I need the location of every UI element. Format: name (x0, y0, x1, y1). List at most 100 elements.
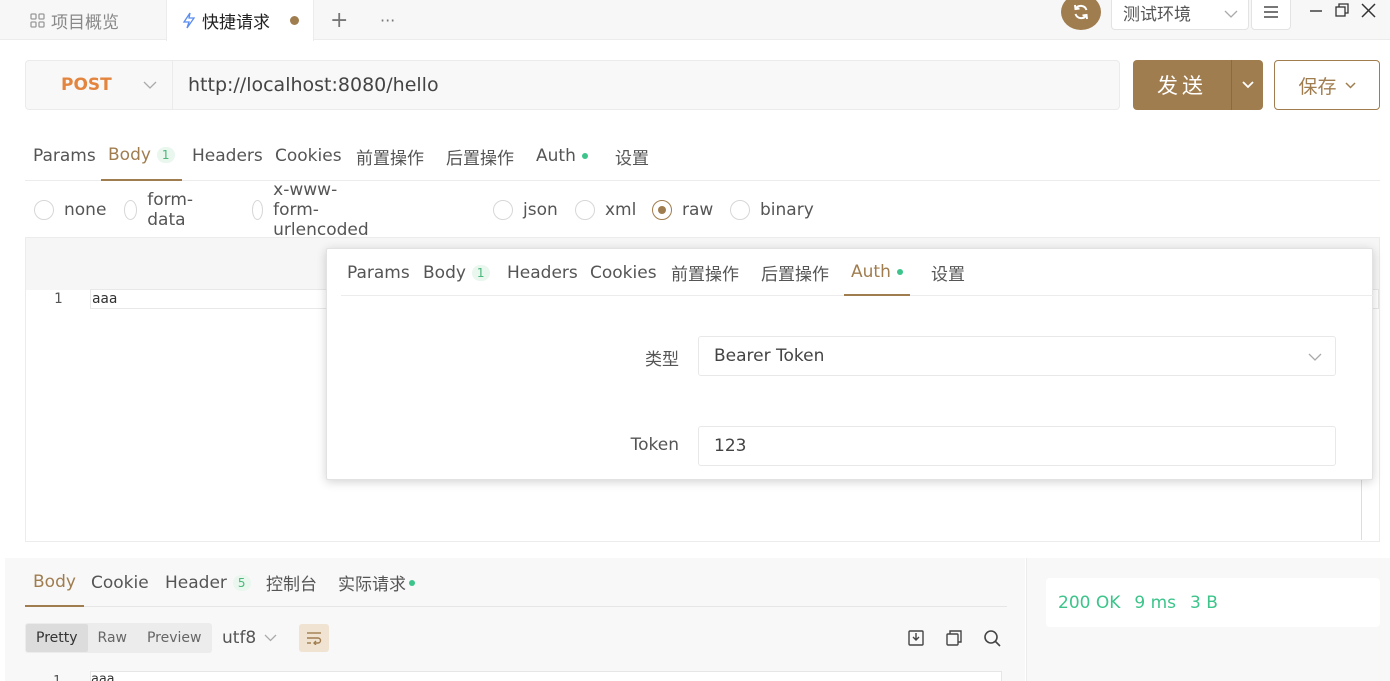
send-options-button[interactable] (1231, 60, 1263, 110)
tab-label: 实际请求 (338, 575, 406, 595)
radio-label: x-www-form-urlencoded (273, 180, 369, 240)
tab-quick-request[interactable]: 快捷请求 (166, 0, 314, 41)
radio-label: json (523, 200, 558, 220)
tab-settings[interactable]: 设置 (615, 131, 649, 181)
tab-label: 控制台 (266, 575, 317, 595)
response-tab-header[interactable]: Header 5 (165, 558, 251, 607)
radio-circle (493, 200, 513, 220)
environment-select[interactable]: 测试环境 (1111, 0, 1249, 30)
token-label: Token (630, 435, 679, 455)
more-tabs-button[interactable]: ··· (380, 0, 395, 40)
chevron-down-icon (264, 634, 277, 642)
status-card: 200 OK 9 ms 3 B (1046, 578, 1380, 627)
sync-icon (1074, 4, 1088, 20)
radio-circle (730, 200, 750, 220)
save-button[interactable]: 保存 (1274, 60, 1380, 110)
radio-circle (34, 200, 54, 220)
response-time: 9 ms (1134, 592, 1177, 613)
tab-headers[interactable]: Headers (507, 249, 578, 296)
radio-json[interactable]: json (493, 197, 558, 223)
encoding-select[interactable]: utf8 (222, 625, 277, 651)
method-select[interactable]: POST (26, 61, 173, 109)
tab-settings[interactable]: 设置 (931, 249, 965, 296)
close-icon[interactable] (1361, 3, 1376, 18)
tab-label: 后置操作 (761, 265, 829, 285)
response-tab-actual-request[interactable]: 实际请求 (338, 558, 415, 607)
tab-params[interactable]: Params (33, 131, 96, 181)
tab-label: Params (347, 262, 410, 283)
chevron-down-icon (1224, 10, 1238, 18)
editor-scrollbar[interactable] (1361, 480, 1362, 540)
url-bar: POST http://localhost:8080/hello (25, 60, 1120, 110)
header-count-badge: 5 (232, 574, 251, 591)
line-number: 1 (54, 291, 63, 307)
restore-icon[interactable] (1335, 3, 1349, 17)
save-label: 保存 (1298, 75, 1337, 98)
response-tab-cookie[interactable]: Cookie (91, 558, 149, 607)
tab-label: 项目概览 (51, 12, 119, 33)
download-icon[interactable] (906, 628, 926, 648)
radio-xml[interactable]: xml (575, 197, 636, 223)
tab-body[interactable]: Body 1 (101, 131, 182, 181)
response-size: 3 B (1190, 592, 1218, 613)
response-view-switch: Pretty Raw Preview (25, 623, 213, 653)
view-raw[interactable]: Raw (88, 624, 137, 652)
wrap-lines-button[interactable] (299, 624, 329, 652)
url-input[interactable]: http://localhost:8080/hello (188, 61, 439, 109)
radio-binary[interactable]: binary (730, 197, 814, 223)
tab-label: 快捷请求 (202, 13, 270, 33)
tab-headers[interactable]: Headers (192, 131, 263, 181)
environment-label: 测试环境 (1123, 4, 1191, 25)
tab-label: Body (108, 145, 151, 165)
wrap-icon (307, 632, 322, 645)
radio-none[interactable]: none (34, 197, 106, 223)
tab-auth[interactable]: Auth (844, 249, 910, 296)
tab-label: Params (33, 146, 96, 166)
top-tab-bar: 项目概览 快捷请求 + ··· 测试环境 (0, 0, 1390, 41)
response-tab-console[interactable]: 控制台 (266, 558, 317, 607)
tab-project-overview[interactable]: 项目概览 (30, 0, 119, 40)
tab-post-request[interactable]: 后置操作 (446, 131, 514, 181)
view-pretty[interactable]: Pretty (26, 624, 88, 652)
copy-icon[interactable] (944, 628, 964, 648)
lightning-icon (182, 12, 196, 29)
tab-auth[interactable]: Auth (536, 131, 588, 181)
tab-label: 前置操作 (356, 148, 424, 169)
body-count-badge: 1 (156, 147, 175, 163)
tab-pre-request[interactable]: 前置操作 (356, 131, 424, 181)
tab-params[interactable]: Params (347, 249, 410, 296)
tab-label: Cookies (590, 262, 657, 283)
response-tabs: Body Cookie Header 5 控制台 实际请求 (25, 558, 1007, 607)
token-input[interactable]: 123 (698, 426, 1336, 466)
tab-label: Header (165, 572, 227, 593)
radio-circle (575, 200, 595, 220)
radio-label: xml (605, 200, 637, 220)
radio-label: form-data (147, 190, 194, 230)
tab-pre-request[interactable]: 前置操作 (671, 249, 739, 296)
radio-form-data[interactable]: form-data (124, 190, 200, 230)
status-code: 200 OK (1058, 592, 1121, 613)
minimize-icon[interactable] (1309, 4, 1323, 18)
send-label: 发送 (1157, 74, 1207, 98)
hamburger-icon (1264, 6, 1278, 18)
tab-label: Auth (536, 146, 576, 166)
radio-raw[interactable]: raw (652, 197, 713, 223)
sync-button[interactable] (1061, 0, 1101, 30)
actual-request-dot (409, 579, 415, 586)
chevron-down-icon (1344, 81, 1356, 89)
tab-cookies[interactable]: Cookies (590, 249, 657, 296)
menu-button[interactable] (1251, 0, 1291, 30)
add-tab-button[interactable]: + (330, 0, 348, 40)
tab-post-request[interactable]: 后置操作 (761, 249, 829, 296)
auth-type-select[interactable]: Bearer Token (698, 336, 1336, 376)
send-button[interactable]: 发送 (1133, 60, 1263, 110)
view-preview[interactable]: Preview (137, 624, 212, 652)
tab-body[interactable]: Body 1 (423, 249, 490, 296)
radio-urlencoded[interactable]: x-www-form-urlencoded (252, 180, 378, 240)
grid-icon (30, 12, 45, 28)
tab-label: Auth (851, 261, 891, 282)
response-tab-body[interactable]: Body (25, 558, 84, 607)
tab-cookies[interactable]: Cookies (275, 131, 342, 181)
radio-circle (252, 200, 264, 220)
search-icon[interactable] (982, 628, 1002, 648)
